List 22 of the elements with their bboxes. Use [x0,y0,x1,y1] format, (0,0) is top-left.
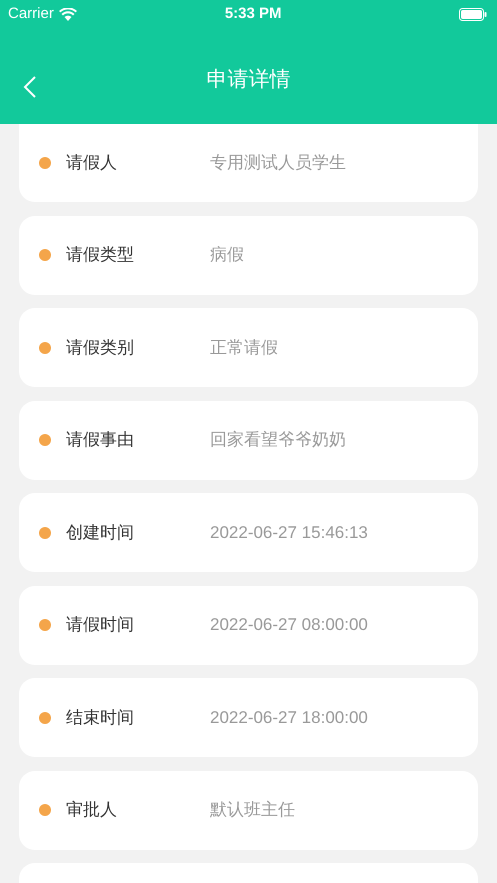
field-value: 专用测试人员学生 [210,152,346,174]
field-label: 请假类别 [66,336,135,359]
field-label: 审批人 [66,799,118,822]
field-value: 正常请假 [210,336,278,359]
status-time: 5:33 PM [224,4,282,24]
battery-icon [459,8,487,20]
field-label: 请假人 [66,152,118,174]
field-label: 结束时间 [66,706,135,729]
page-title: 申请详情 [206,67,290,94]
field-label: 请假类型 [66,244,135,266]
field-label: 请假时间 [66,614,135,636]
field-label: 请假事由 [66,429,135,452]
field-value: 2022-06-27 18:00:00 [210,706,368,729]
wifi-icon [58,8,77,20]
field-value: 默认班主任 [210,799,295,822]
field-value: 2022-06-27 15:46:13 [210,522,368,544]
field-value: 2022-06-27 08:00:00 [210,614,368,636]
field-value: 回家看望爷爷奶奶 [210,429,346,452]
carrier-label: Carrier [8,4,54,24]
back-icon[interactable] [23,76,36,98]
field-label: 创建时间 [66,522,135,544]
field-value: 病假 [210,244,244,266]
